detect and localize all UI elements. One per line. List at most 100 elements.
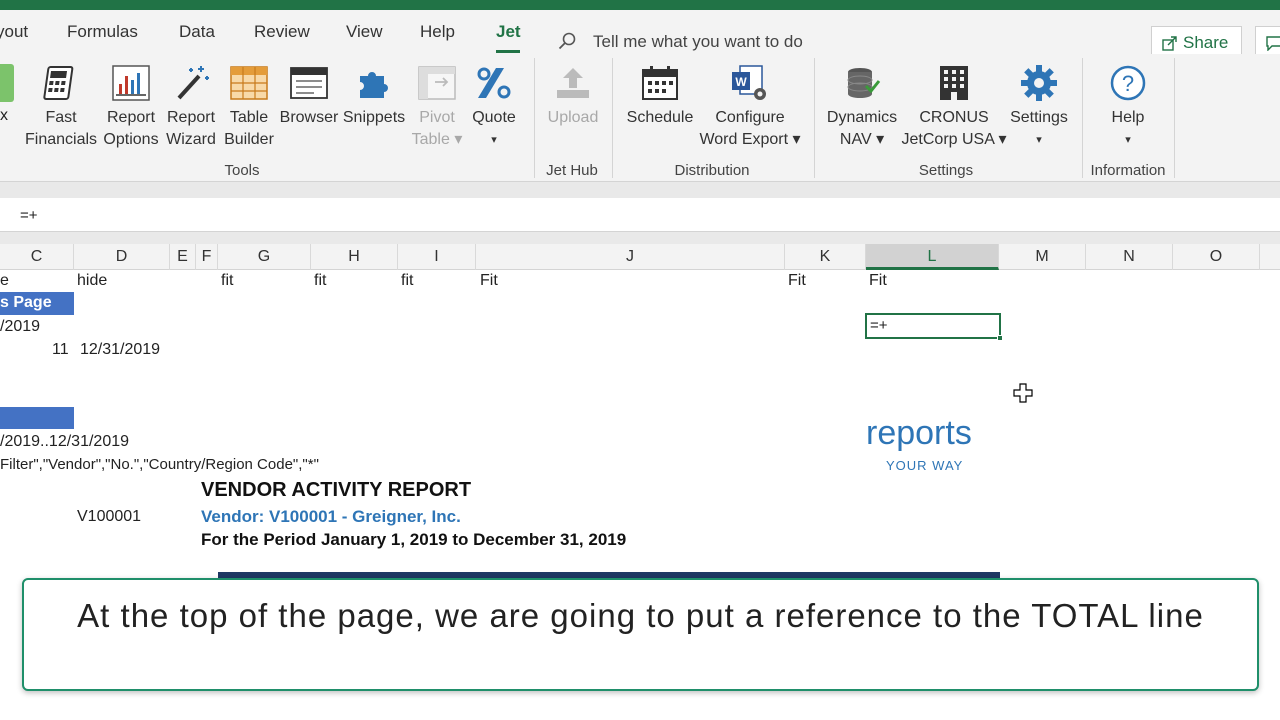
column-header-m[interactable]: M bbox=[999, 244, 1086, 270]
svg-text:?: ? bbox=[1122, 71, 1134, 96]
report-options-icon bbox=[112, 65, 150, 101]
column-header-i[interactable]: I bbox=[398, 244, 476, 270]
calendar-icon bbox=[642, 66, 678, 100]
ribbon-tabs: yout Formulas Data Review View Help Jet … bbox=[0, 10, 1280, 58]
word-export-label: Word Export ▾ bbox=[699, 131, 801, 148]
pivot-table-label-2: Table ▾ bbox=[411, 131, 463, 148]
browser-icon bbox=[290, 67, 328, 99]
building-icon bbox=[940, 66, 968, 100]
cell-l1[interactable]: Fit bbox=[869, 272, 887, 290]
group-label-jet-hub: Jet Hub bbox=[546, 162, 598, 179]
cell-c4[interactable]: 11 bbox=[52, 341, 69, 359]
cell-c3[interactable]: /2019 bbox=[0, 318, 40, 336]
active-cell-l3[interactable]: =+ bbox=[865, 313, 1003, 341]
dynamics-label: Dynamics bbox=[826, 109, 898, 126]
ribbon-gap bbox=[0, 182, 1280, 198]
puzzle-icon bbox=[360, 72, 388, 98]
group-separator bbox=[1082, 58, 1083, 178]
excel-icon bbox=[0, 64, 14, 102]
group-separator bbox=[814, 58, 815, 178]
active-tab-indicator bbox=[496, 50, 520, 53]
nav-label: NAV ▾ bbox=[839, 131, 885, 148]
vendor-code-cell[interactable]: V100001 bbox=[77, 508, 141, 526]
group-separator bbox=[612, 58, 613, 178]
group-label-tools: Tools bbox=[224, 162, 260, 179]
report-title[interactable]: VENDOR ACTIVITY REPORT bbox=[201, 479, 471, 502]
pivot-table-icon bbox=[418, 66, 456, 100]
caption-text: At the top of the page, we are going to … bbox=[77, 597, 1204, 634]
table-builder-label-2: Builder bbox=[224, 131, 274, 148]
upload-label: Upload bbox=[547, 109, 599, 126]
vendor-name[interactable]: Vendor: V100001 - Greigner, Inc. bbox=[201, 507, 461, 527]
tab-jet[interactable]: Jet bbox=[496, 22, 521, 42]
quote-dropdown-arrow: ▾ bbox=[491, 134, 497, 146]
table-icon bbox=[230, 66, 268, 100]
column-header-h[interactable]: H bbox=[311, 244, 398, 270]
report-options-label-2: Options bbox=[103, 131, 159, 148]
fast-financials-label: Fast bbox=[45, 109, 77, 126]
share-label: Share bbox=[1183, 33, 1229, 52]
gear-icon bbox=[1021, 65, 1057, 101]
browser-label: Browser bbox=[279, 109, 339, 126]
cell-k1[interactable]: Fit bbox=[788, 272, 806, 290]
table-builder-label: Table bbox=[229, 109, 269, 126]
cell-c6[interactable]: /2019..12/31/2019 bbox=[0, 433, 129, 451]
tell-me-search[interactable]: Tell me what you want to do bbox=[593, 32, 803, 52]
column-header-l[interactable]: L bbox=[866, 244, 999, 270]
formula-bar[interactable]: =+ bbox=[0, 198, 1280, 232]
tab-formulas[interactable]: Formulas bbox=[67, 22, 138, 42]
column-header-j[interactable]: J bbox=[476, 244, 785, 270]
comment-icon bbox=[1266, 36, 1280, 51]
active-cell-value: =+ bbox=[870, 317, 888, 334]
calculator-icon bbox=[43, 66, 74, 100]
formula-bar-value[interactable]: =+ bbox=[20, 207, 38, 224]
help-dropdown-arrow: ▾ bbox=[1125, 134, 1131, 146]
cell-c1[interactable]: e bbox=[0, 272, 9, 290]
section-header-cell[interactable] bbox=[0, 407, 74, 429]
fill-handle[interactable] bbox=[997, 335, 1003, 341]
column-header-c[interactable]: C bbox=[0, 244, 74, 270]
column-header-e[interactable]: E bbox=[170, 244, 196, 270]
settings-dropdown-arrow: ▾ bbox=[1036, 134, 1042, 146]
column-header-d[interactable]: D bbox=[74, 244, 170, 270]
column-header-g[interactable]: G bbox=[218, 244, 311, 270]
tab-view[interactable]: View bbox=[346, 22, 383, 42]
word-gear-icon: W bbox=[732, 65, 766, 100]
cell-i1[interactable]: fit bbox=[401, 272, 413, 290]
group-label-distribution: Distribution bbox=[674, 162, 750, 179]
column-header-o[interactable]: O bbox=[1173, 244, 1260, 270]
cell-g1[interactable]: fit bbox=[221, 272, 233, 290]
tab-help[interactable]: Help bbox=[420, 22, 455, 42]
page-header-text: s Page bbox=[0, 294, 52, 311]
report-period[interactable]: For the Period January 1, 2019 to Decemb… bbox=[201, 530, 626, 550]
group-label-settings: Settings bbox=[918, 162, 974, 179]
help-label: Help bbox=[1111, 109, 1145, 126]
formula-gap bbox=[0, 232, 1280, 244]
database-icon bbox=[847, 68, 881, 98]
tab-data[interactable]: Data bbox=[179, 22, 215, 42]
reports-logo: reports bbox=[866, 414, 972, 452]
page-header-cell[interactable]: s Page bbox=[0, 292, 74, 315]
column-header-f[interactable]: F bbox=[196, 244, 218, 270]
column-headers: C D E F G H I J K L M N O bbox=[0, 244, 1280, 270]
magic-wand-icon bbox=[177, 66, 209, 100]
schedule-label: Schedule bbox=[626, 109, 694, 126]
search-icon bbox=[558, 32, 576, 50]
cell-d4[interactable]: 12/31/2019 bbox=[80, 341, 160, 359]
cell-h1[interactable]: fit bbox=[314, 272, 326, 290]
report-wizard-label: Report bbox=[166, 109, 216, 126]
cronus-label: CRONUS bbox=[919, 109, 989, 126]
cell-d1[interactable]: hide bbox=[77, 272, 107, 290]
tab-review[interactable]: Review bbox=[254, 22, 310, 42]
share-icon bbox=[1162, 36, 1177, 51]
tab-page-layout[interactable]: yout bbox=[0, 22, 28, 42]
group-label-information: Information bbox=[1090, 162, 1166, 179]
report-wizard-label-2: Wizard bbox=[166, 131, 216, 148]
cell-c7[interactable]: Filter","Vendor","No.","Country/Region C… bbox=[0, 456, 319, 473]
pivot-table-label: Pivot bbox=[419, 109, 455, 126]
column-header-n[interactable]: N bbox=[1086, 244, 1173, 270]
quote-label: Quote bbox=[472, 109, 516, 126]
column-header-k[interactable]: K bbox=[785, 244, 866, 270]
fast-financials-label-2: Financials bbox=[24, 131, 98, 148]
cell-j1[interactable]: Fit bbox=[480, 272, 498, 290]
